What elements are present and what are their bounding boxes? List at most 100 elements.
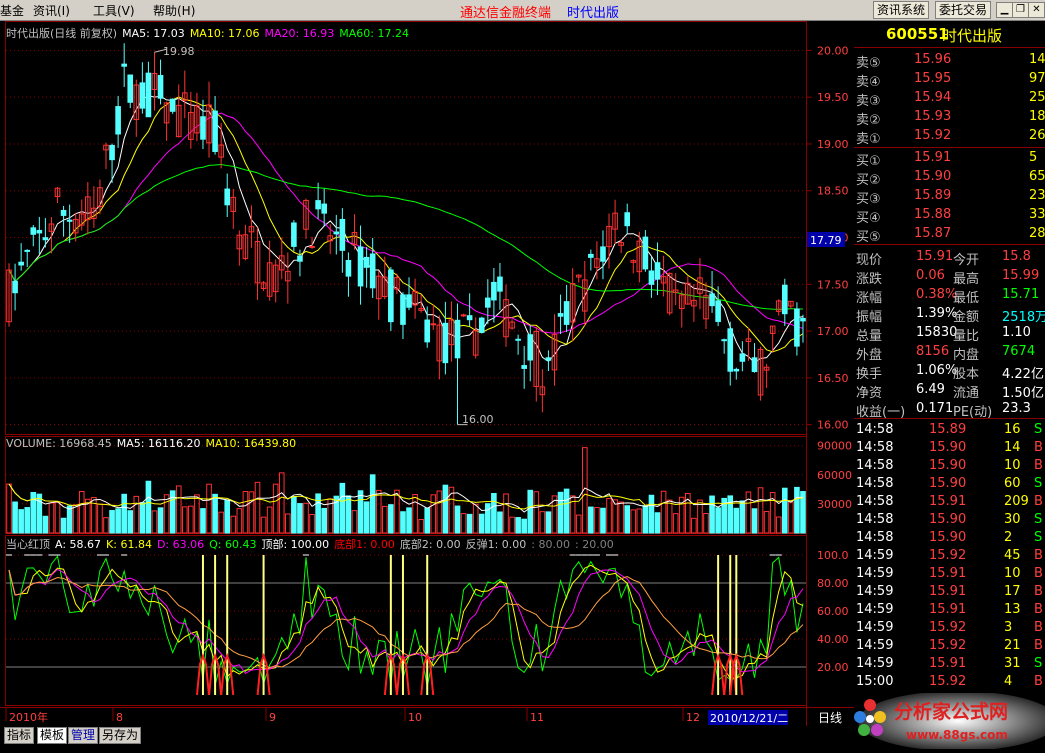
- candle-body: [291, 222, 297, 247]
- tick-row: 14:59 15.91 10 B: [854, 566, 1045, 584]
- tab-manage[interactable]: 管理: [68, 727, 99, 744]
- menu-tools[interactable]: 工具(V): [93, 2, 135, 19]
- buy-level-cell: 5: [1029, 150, 1038, 165]
- tab-save-as[interactable]: 另存为: [99, 727, 142, 744]
- stat-row: 收益(一) 0.171 PE(动) 23.3: [854, 401, 1045, 420]
- tick-row-cell: B: [1034, 674, 1043, 689]
- tick-row-cell: 14:58: [856, 440, 894, 455]
- sell-level-cell: 卖①: [856, 132, 881, 147]
- volume-header: VOLUME: 16968.45 MA5: 16116.20 MA10: 16439…: [6, 437, 301, 450]
- candle-body: [442, 322, 449, 364]
- buy-level-cell: 28: [1029, 226, 1045, 241]
- volume-tick-label: 60000: [817, 469, 852, 482]
- volume-bar: [212, 493, 218, 534]
- buy-level-cell: 65: [1029, 169, 1045, 184]
- stat-row-cell: 金额: [953, 310, 980, 325]
- candle-body: [478, 317, 485, 333]
- candle-body: [485, 297, 491, 308]
- stat-row-cell: 0.38%: [916, 287, 958, 302]
- candle-body: [42, 237, 49, 241]
- tick-row-cell: B: [1034, 440, 1043, 455]
- x-tick-label: 2010年: [9, 710, 48, 724]
- candle-body: [654, 262, 661, 280]
- stat-row: 涨跌 0.06 最高 15.99: [854, 268, 1045, 287]
- main-chart-header: 时代出版(日线 前复权) MA5: 17.03 MA10: 17.06 MA20: 1…: [6, 25, 414, 41]
- candle-body: [345, 259, 352, 277]
- cursor-date: 2010/12/21/二: [710, 712, 788, 725]
- info-system-button[interactable]: 资讯系统: [873, 1, 930, 19]
- volume-bar: [642, 505, 649, 534]
- ticks-divider: [854, 418, 1045, 419]
- period-label: 日线: [818, 711, 842, 725]
- tick-row-cell: 15.90: [929, 476, 967, 491]
- x-tick-label: 10: [408, 711, 422, 724]
- tick-row-cell: 3: [1004, 620, 1013, 635]
- ind-rebound: 反弹1: 0.00: [465, 538, 527, 551]
- candle-body: [545, 357, 552, 361]
- tab-indicator[interactable]: 指标: [4, 727, 35, 744]
- candle-body: [121, 63, 127, 67]
- volume-bar: [624, 505, 631, 534]
- tab-template[interactable]: 模板: [37, 727, 68, 744]
- buy-level-cell: 买③: [856, 192, 881, 207]
- tick-row-cell: 15.90: [929, 530, 967, 545]
- candle-body: [527, 334, 534, 361]
- volume-bar: [400, 511, 406, 534]
- volume-bar: [727, 495, 734, 534]
- volume-bar: [345, 495, 352, 534]
- stat-row-cell: 现价: [856, 253, 883, 268]
- trade-button[interactable]: 委托交易: [935, 1, 992, 19]
- stat-row-cell: 15830: [916, 325, 958, 340]
- sell-level-cell: 15.95: [914, 71, 952, 86]
- volume-bar: [315, 493, 321, 534]
- stat-row-cell: 最高: [953, 272, 980, 287]
- volume-bar: [121, 493, 127, 534]
- quote-title: 600551 时代出版: [854, 21, 1045, 48]
- candle-body: [781, 284, 788, 315]
- volume-bar: [339, 482, 346, 534]
- sell-level-cell: 26: [1029, 128, 1045, 143]
- volume-bar: [794, 486, 800, 534]
- volume-bar: [157, 507, 164, 534]
- tick-row-cell: 15:00: [856, 674, 894, 689]
- volume-bar: [491, 492, 497, 534]
- tick-row-cell: 209: [1004, 494, 1029, 509]
- tick-row-cell: 15.92: [929, 548, 967, 563]
- candle-body: [388, 269, 394, 323]
- menu-help[interactable]: 帮助(H): [153, 2, 195, 19]
- candle-body: [460, 314, 467, 317]
- candle-body: [733, 368, 740, 372]
- menu-info[interactable]: 资讯(I): [33, 2, 70, 19]
- buy-level-cell: 买②: [856, 173, 881, 188]
- price-tick-label: 20.00: [817, 44, 849, 57]
- candle-body: [642, 236, 649, 270]
- tick-row-cell: 15.91: [929, 584, 967, 599]
- tick-row-cell: 14:59: [856, 656, 894, 671]
- volume-bar: [588, 506, 594, 534]
- volume-bar: [406, 507, 412, 534]
- buy-level: 买④ 15.88 33: [854, 207, 1045, 226]
- menu-prefix[interactable]: 基金: [0, 2, 24, 19]
- candle-body: [588, 253, 594, 258]
- stat-row-cell: 6.49: [916, 382, 945, 397]
- stat-row-cell: 23.3: [1002, 401, 1031, 416]
- close-icon[interactable]: ✕: [1028, 2, 1045, 18]
- sell-level: 卖④ 15.95 97: [854, 71, 1045, 90]
- minimize-icon[interactable]: ▁: [996, 2, 1013, 18]
- logo-url: www.88gs.com: [906, 728, 1008, 742]
- tick-row-cell: 15.91: [929, 566, 967, 581]
- stock-chart[interactable]: 20.0019.5019.0018.5018.0017.5017.0016.50…: [0, 21, 854, 726]
- restore-icon[interactable]: ❐: [1012, 2, 1029, 18]
- tick-row-cell: 15.91: [929, 656, 967, 671]
- volume-bar: [751, 508, 758, 534]
- tick-row-cell: B: [1034, 494, 1043, 509]
- tick-row: 14:58 15.90 2 S: [854, 530, 1045, 548]
- volume-bar: [321, 507, 327, 534]
- buy-level-cell: 15.88: [914, 207, 952, 222]
- title-bar: 基金 资讯(I) 工具(V) 帮助(H) 通达信金融终端 时代出版 资讯系统 委…: [0, 0, 1045, 21]
- volume-bar: [24, 507, 31, 534]
- volume-value: VOLUME: 16968.45: [6, 437, 112, 450]
- orderbook-divider: [854, 147, 1045, 148]
- stat-row: 外盘 8156 内盘 7674: [854, 344, 1045, 363]
- tick-row-cell: 4: [1004, 674, 1013, 689]
